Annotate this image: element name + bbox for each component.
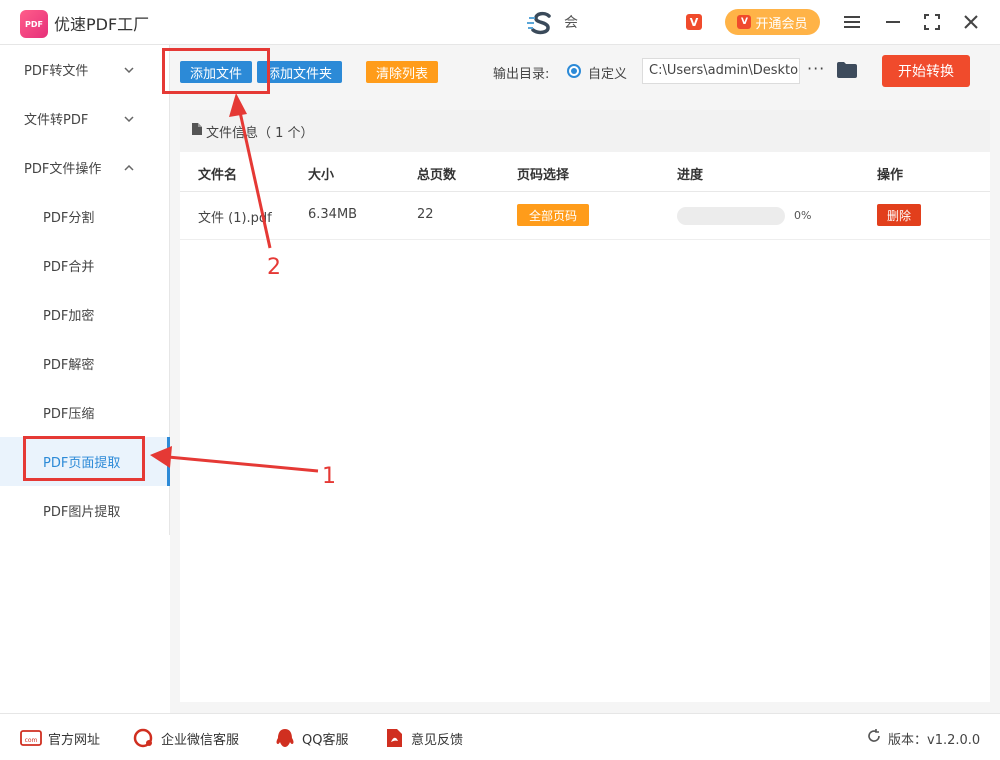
add-folder-button[interactable]: 添加文件夹: [257, 61, 342, 83]
file-list-panel: 文件信息（ 1 个） 文件名 大小 总页数 页码选择 进度 操作 文件 (1).…: [180, 110, 990, 702]
maximize-icon[interactable]: [920, 10, 944, 34]
sidebar-item-pdf-image-extract[interactable]: PDF图片提取: [0, 486, 170, 535]
official-website-link[interactable]: com 官方网址: [20, 728, 100, 748]
qq-icon: [274, 728, 296, 748]
add-file-button[interactable]: 添加文件: [180, 61, 252, 83]
toolbar: 添加文件 添加文件夹 清除列表 输出目录: 自定义 C:\Users\admin…: [170, 45, 1000, 98]
sidebar-item-label: PDF压缩: [43, 407, 95, 422]
folder-icon[interactable]: [837, 62, 857, 78]
sidebar-item-pdf-operations[interactable]: PDF文件操作: [0, 143, 170, 192]
sidebar-item-pdf-split[interactable]: PDF分割: [0, 192, 170, 241]
annotation-label-1: 1: [322, 464, 336, 489]
file-info-label: 文件信息（ 1 个）: [206, 125, 314, 141]
svg-text:com: com: [25, 737, 38, 744]
output-dir-label: 输出目录:: [493, 67, 550, 82]
footer: com 官方网址 企业微信客服 QQ客服 意见反馈 版本：v1.2.0.0: [0, 713, 1000, 760]
minimize-icon[interactable]: [881, 10, 905, 34]
refresh-icon[interactable]: [866, 728, 882, 748]
sidebar-item-label: PDF分割: [43, 211, 95, 226]
sidebar-item-label: PDF加密: [43, 309, 95, 324]
open-vip-button[interactable]: V 开通会员: [725, 9, 820, 35]
sidebar-item-label: PDF解密: [43, 358, 95, 373]
annotation-label-2: 2: [267, 255, 281, 280]
wechat-support-label: 企业微信客服: [161, 732, 240, 748]
official-website-label: 官方网址: [48, 732, 101, 748]
table-row[interactable]: 文件 (1).pdf 6.34MB 22 全部页码 0% 删除: [180, 192, 990, 240]
center-title-text: 会: [564, 15, 578, 31]
qq-support-link[interactable]: QQ客服: [274, 728, 348, 748]
sidebar-item-label: 文件转PDF: [24, 113, 89, 128]
progress-percent: 0%: [794, 209, 812, 222]
column-header-action: 操作: [877, 168, 904, 183]
version-label: 版本：v1.2.0.0: [888, 732, 981, 748]
wechat-support-link[interactable]: 企业微信客服: [133, 728, 239, 748]
feedback-label: 意见反馈: [411, 732, 464, 748]
version-info: 版本：v1.2.0.0: [866, 728, 980, 748]
vip-k-icon[interactable]: V: [686, 14, 702, 30]
vip-icon: V: [737, 15, 752, 29]
column-header-pages: 总页数: [417, 168, 457, 183]
title-bar: PDF 优速PDF工厂 会 V V 开通会员: [0, 0, 1000, 45]
sidebar-item-pdf-merge[interactable]: PDF合并: [0, 241, 170, 290]
file-info-header: 文件信息（ 1 个）: [180, 110, 990, 152]
sidebar-item-label: PDF文件操作: [24, 162, 102, 177]
pdf-feedback-icon: [383, 728, 405, 748]
column-header-progress: 进度: [677, 168, 704, 183]
sidebar: PDF转文件 文件转PDF PDF文件操作 PDF分割 PDF合并 PDF加密 …: [0, 45, 170, 535]
sidebar-item-file-to-pdf[interactable]: 文件转PDF: [0, 94, 170, 143]
chevron-up-icon: [124, 161, 134, 174]
column-header-size: 大小: [308, 168, 335, 183]
app-logo: PDF: [20, 10, 48, 38]
sidebar-item-pdf-compress[interactable]: PDF压缩: [0, 388, 170, 437]
file-name-cell: 文件 (1).pdf: [198, 211, 272, 226]
chevron-down-icon: [124, 63, 134, 76]
sidebar-item-pdf-page-extract[interactable]: PDF页面提取: [0, 437, 170, 486]
delete-button[interactable]: 删除: [877, 204, 921, 226]
sidebar-item-pdf-encrypt[interactable]: PDF加密: [0, 290, 170, 339]
menu-icon[interactable]: [840, 10, 864, 34]
custom-radio[interactable]: [567, 64, 581, 78]
sidebar-item-pdf-to-file[interactable]: PDF转文件: [0, 45, 170, 94]
progress-bar: [677, 207, 785, 225]
open-vip-label: 开通会员: [755, 16, 808, 32]
page-select-button[interactable]: 全部页码: [517, 204, 589, 226]
chevron-down-icon: [124, 112, 134, 125]
column-header-page-select: 页码选择: [517, 168, 570, 183]
custom-radio-label[interactable]: 自定义: [588, 63, 627, 82]
sidebar-item-label: PDF合并: [43, 260, 95, 275]
clear-list-button[interactable]: 清除列表: [366, 61, 438, 83]
file-icon: [192, 123, 202, 139]
more-options-button[interactable]: ···: [807, 59, 825, 78]
brand-s-icon: [527, 10, 557, 36]
page-count-cell: 22: [417, 207, 434, 222]
table-header: 文件名 大小 总页数 页码选择 进度 操作: [180, 152, 990, 192]
file-size-cell: 6.34MB: [308, 207, 358, 222]
sidebar-item-pdf-decrypt[interactable]: PDF解密: [0, 339, 170, 388]
feedback-link[interactable]: 意见反馈: [383, 728, 463, 748]
column-header-filename: 文件名: [198, 168, 238, 183]
sidebar-item-label: PDF转文件: [24, 64, 89, 79]
start-convert-button[interactable]: 开始转换: [882, 55, 970, 87]
qq-support-label: QQ客服: [302, 732, 349, 748]
sidebar-item-label: PDF图片提取: [43, 505, 121, 520]
sidebar-item-label: PDF页面提取: [43, 456, 121, 471]
website-icon: com: [20, 728, 42, 748]
output-path-input[interactable]: C:\Users\admin\Deskto: [642, 58, 800, 84]
app-title: 优速PDF工厂: [54, 15, 150, 34]
close-icon[interactable]: [959, 10, 983, 34]
wechat-icon: [133, 728, 155, 748]
